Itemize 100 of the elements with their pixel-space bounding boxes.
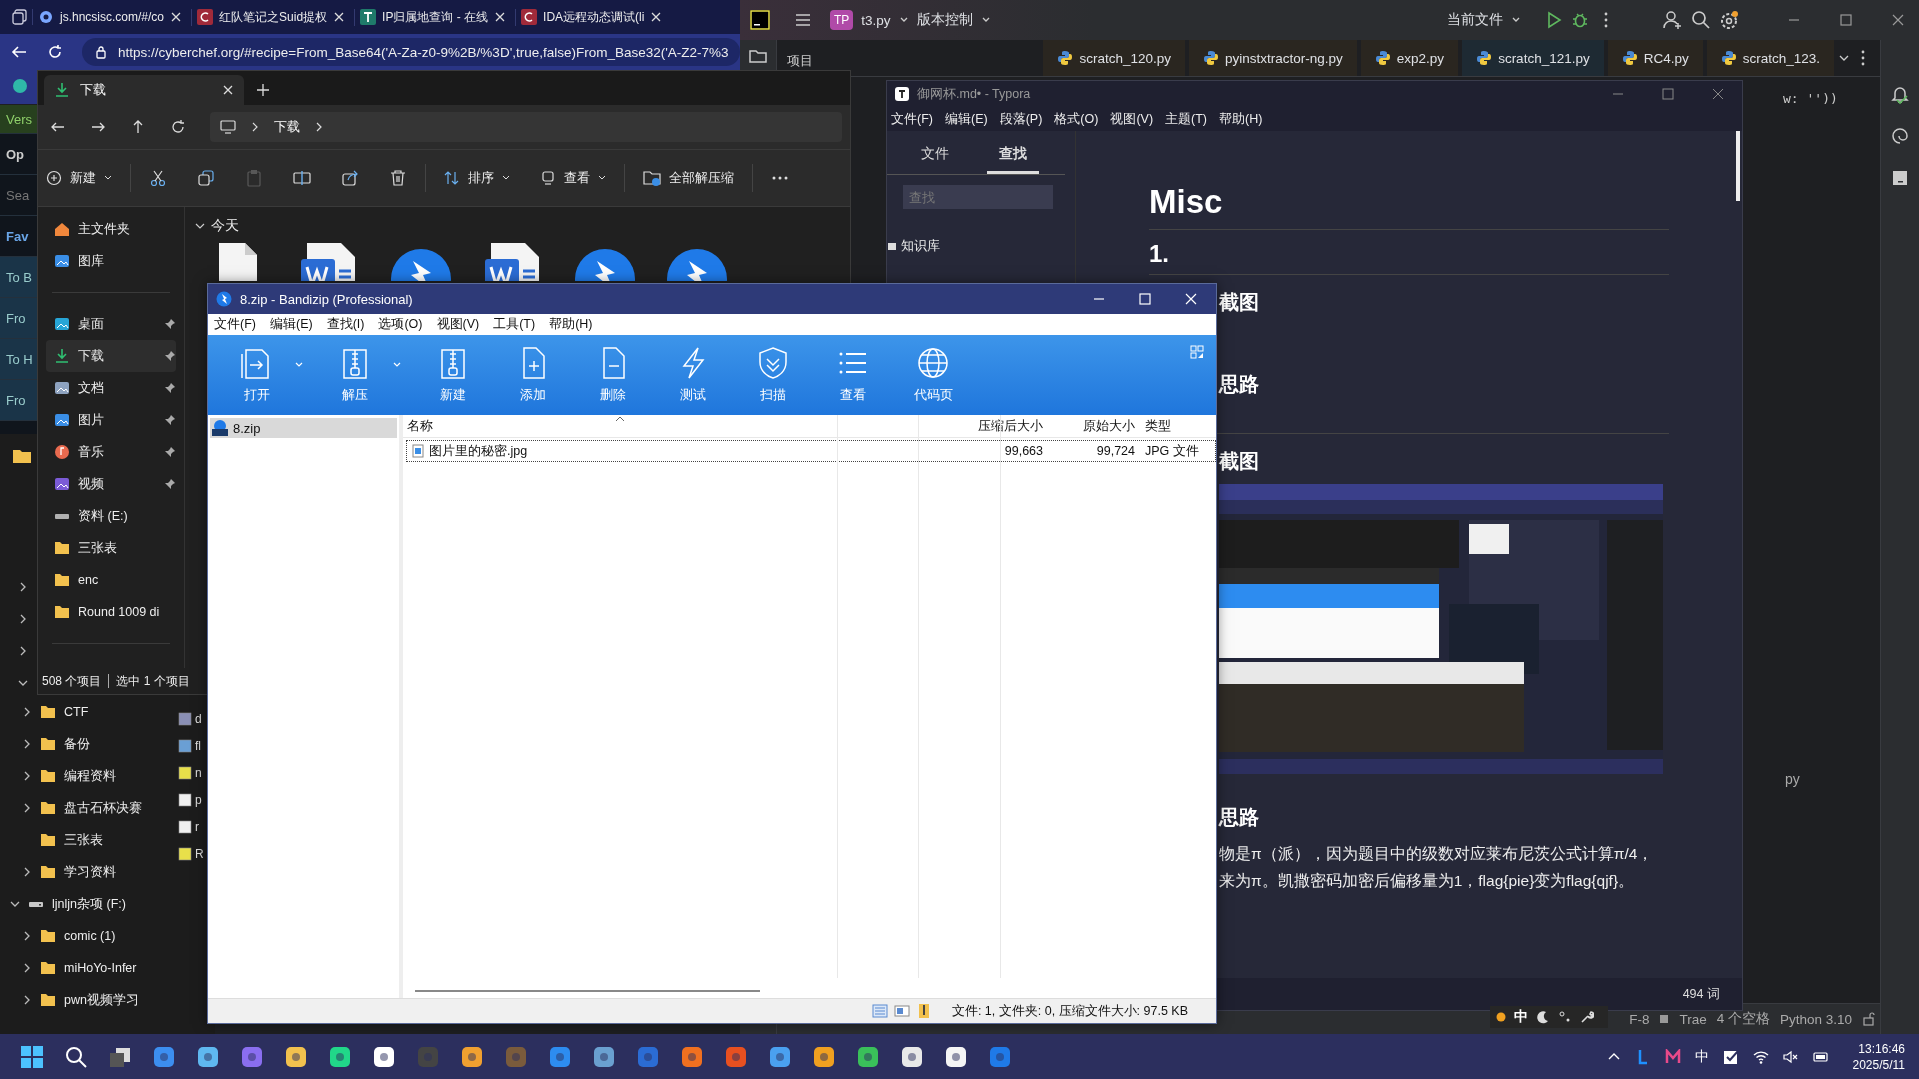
menu-item[interactable]: 段落(P) [999,110,1043,128]
menu-item[interactable]: 视图(V) [436,316,480,333]
menu-item[interactable]: 文件(F) [891,110,933,128]
file-tab[interactable]: scratch_120.py [1043,40,1186,76]
tree-item[interactable]: miHoYo-Infer [64,961,137,975]
open-button[interactable]: 打开 [222,346,292,404]
tree-item[interactable]: 知识库 [901,237,940,255]
menu-item[interactable]: 帮助(H) [549,316,593,333]
tree-item[interactable]: 编程资料 [64,767,116,785]
menu-item[interactable]: 编辑(E) [269,316,313,333]
extract-all-button[interactable]: 全部解压缩 [643,162,734,194]
heading: 截图 [1219,449,1260,472]
folder-tab[interactable]: 下载 [44,75,244,105]
file-name[interactable]: t3.py [861,12,891,28]
nav-item[interactable]: 音乐 [46,436,176,468]
file-tab[interactable]: RC4.py [1607,40,1703,76]
menu-item[interactable]: 选项(O) [378,316,423,333]
operation-item[interactable]: Fro [0,380,40,421]
tree-item[interactable]: CTF [64,705,89,719]
nav-item[interactable]: 主文件夹 [46,213,176,245]
tree-item[interactable]: 盘古石杯决赛 [64,799,142,817]
column-header[interactable]: 名称 [403,417,837,435]
tree-item[interactable]: 学习资料 [64,863,116,881]
input-mode-toggle[interactable]: 中 [1514,1008,1528,1026]
nav-item[interactable]: 下载 [46,340,176,372]
table-cell-text: 99,724 [1095,444,1136,458]
column-header[interactable]: 原始大小 [1047,417,1139,435]
new-button[interactable]: 新建 [418,346,488,404]
table-cell-text: JPG 文件 [1144,442,1200,460]
tree-item[interactable]: 三张表 [64,831,103,849]
view-button[interactable]: 查看 [818,346,888,404]
delete-button[interactable]: 删除 [578,346,648,404]
add-button[interactable]: 添加 [498,346,568,404]
file-tab[interactable]: scratch_121.py [1462,40,1604,76]
file-row[interactable]: 图片里的秘密.jpg 99,663 99,724 JPG 文件 [406,440,1216,462]
menu-item[interactable]: 主题(T) [1165,110,1207,128]
scan-button[interactable]: 扫描 [738,346,808,404]
menu-item[interactable]: 帮助(H) [1219,110,1263,128]
vcs-menu[interactable]: 版本控制 [916,11,973,29]
file-tab[interactable]: scratch_123. [1706,40,1834,76]
column-header[interactable]: 类型 [1139,417,1215,435]
extract-button[interactable]: 解压 [320,346,390,404]
window-title: 御网杯.md• - Typora [917,85,1032,103]
menu-item[interactable]: 编辑(E) [944,110,988,128]
file-name[interactable]: r [195,820,199,834]
operation-item[interactable]: To B [0,257,40,298]
test-button[interactable]: 测试 [658,346,728,404]
menu-item[interactable]: 文件(F) [214,316,256,333]
status-item[interactable]: Trae [1679,1011,1707,1027]
status-item[interactable]: F-8 [1629,1011,1650,1027]
status-item[interactable]: 4 个空格 [1716,1010,1770,1028]
sidebar-tab[interactable]: 文件 [909,145,961,174]
tree-item[interactable]: 备份 [64,735,90,753]
nav-item[interactable]: 资料 (E:) [46,500,176,532]
paragraph: 物是π（派），因为题目中的级数对应莱布尼茨公式计算π/4， [1219,844,1655,864]
operation-item[interactable]: To H [0,339,40,380]
browser-tab[interactable]: js.hncsisc.com/#/co [32,9,188,25]
file-tab[interactable]: pyinstxtractor-ng.py [1189,40,1357,76]
nav-item[interactable]: enc [46,564,176,596]
nav-item[interactable]: 图库 [46,245,176,277]
archive-item[interactable]: 8.zip [210,418,397,438]
new-button[interactable]: 新建 [46,162,112,194]
tree-item[interactable]: comic (1) [64,929,116,943]
nav-item[interactable]: 文档 [46,372,176,404]
clock[interactable]: 13:16:46 2025/5/11 [1852,1040,1905,1073]
file-tab[interactable]: exp2.py [1360,40,1459,76]
browser-tab[interactable]: IP归属地查询 - 在线 [354,8,512,26]
file-name[interactable]: d [195,712,202,726]
menu-item[interactable]: 格式(O) [1054,110,1099,128]
file-name[interactable]: n [195,766,202,780]
run-config[interactable]: 当前文件 [1447,11,1503,29]
file-name[interactable]: fl [195,739,201,753]
nav-item[interactable]: 视频 [46,468,176,500]
status-item[interactable]: Python 3.10 [1779,1011,1852,1027]
nav-item[interactable]: 桌面 [46,308,176,340]
project-label[interactable]: 项目 [787,52,813,70]
input-language[interactable]: 中 [1694,1047,1709,1066]
sidebar-tab[interactable]: 查找 [987,145,1039,174]
file-name[interactable]: R [195,847,204,861]
nav-item[interactable]: Round 1009 di [46,596,176,628]
tree-item[interactable]: ljnljn杂项 (F:) [52,895,126,913]
codepage-button[interactable]: 代码页 [898,346,968,404]
code-text: py [1785,771,1800,787]
search-field[interactable]: 查找 [903,185,1053,209]
view-button[interactable]: 查看 [540,162,606,194]
address-bar[interactable]: https://cyberchef.org/#recipe=From_Base64('A-Za-z0-9%2B/%3D',true,false)From_Base32('A-Z2-7%3 [82,38,740,66]
nav-item[interactable]: 三张表 [46,532,176,564]
address-bar[interactable]: 下载 [210,112,842,142]
nav-item[interactable]: 图片 [46,404,176,436]
menu-item[interactable]: 工具(T) [493,316,536,333]
operation-item[interactable]: Fro [0,298,40,339]
sort-button[interactable]: 排序 [444,162,510,194]
file-name[interactable]: p [195,793,202,807]
tree-item[interactable]: pwn视频学习 [64,991,139,1009]
browser-tab[interactable]: 红队笔记之Suid提权 [191,8,351,26]
tab-title: js.hncsisc.com/#/co [60,10,165,24]
browser-tab[interactable]: IDA远程动态调试(li [515,8,668,26]
project-badge[interactable]: TP [830,10,854,30]
menu-item[interactable]: 查找(I) [326,316,365,333]
menu-item[interactable]: 视图(V) [1110,110,1154,128]
